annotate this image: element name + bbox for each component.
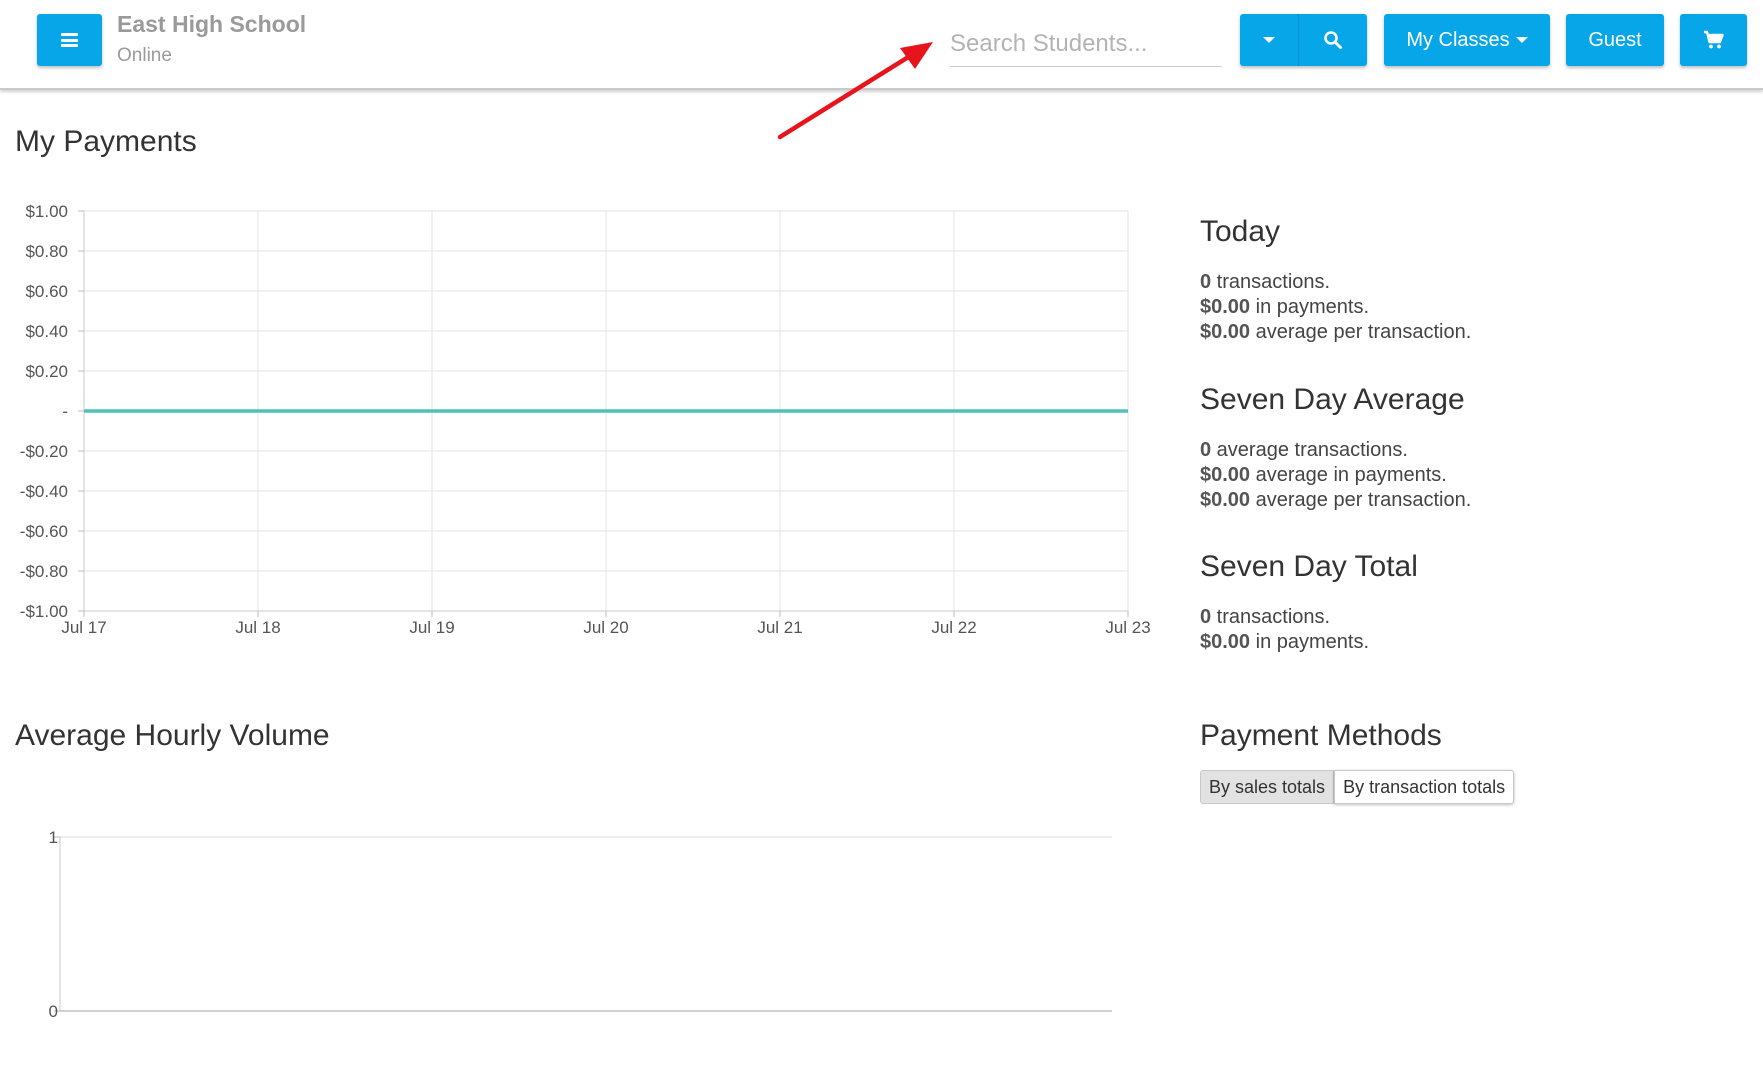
y-tick-label: - bbox=[62, 402, 68, 421]
search-options-dropdown[interactable] bbox=[1240, 14, 1299, 66]
seven-day-average-label-1: average in payments. bbox=[1250, 464, 1447, 486]
tab-by-sales-totals[interactable]: By sales totals bbox=[1200, 770, 1335, 804]
hourly-volume-chart: 10 bbox=[49, 828, 1112, 1021]
x-tick-label: Jul 23 bbox=[1105, 618, 1150, 637]
seven-day-average-stats: 0 average transactions. $0.00 average in … bbox=[1200, 438, 1471, 513]
y-tick-label: $0.20 bbox=[25, 362, 68, 381]
today-value-2: $0.00 bbox=[1200, 321, 1251, 343]
seven-day-average-line-2: $0.00 average per transaction. bbox=[1200, 488, 1471, 513]
seven-day-average-line-0: 0 average transactions. bbox=[1200, 438, 1471, 463]
today-title: Today bbox=[1200, 215, 1281, 248]
today-label-2: average per transaction. bbox=[1250, 321, 1472, 343]
payment-methods-tabs: By sales totals By transaction totals bbox=[1200, 770, 1515, 804]
seven-day-total-line-1: $0.00 in payments. bbox=[1200, 630, 1369, 655]
seven-day-average-value-0: 0 bbox=[1200, 439, 1212, 461]
search-button[interactable] bbox=[1299, 14, 1367, 66]
school-name: East High School bbox=[117, 11, 307, 37]
y-tick-label: $0.80 bbox=[25, 242, 68, 261]
seven-day-average-value-2: $0.00 bbox=[1200, 489, 1251, 511]
seven-day-average-title: Seven Day Average bbox=[1200, 383, 1465, 416]
search-icon bbox=[1324, 31, 1342, 49]
seven-day-total-value-1: $0.00 bbox=[1200, 631, 1251, 653]
seven-day-average-label-2: average per transaction. bbox=[1250, 489, 1472, 511]
cart-button[interactable] bbox=[1680, 14, 1747, 66]
x-tick-label: Jul 22 bbox=[931, 618, 976, 637]
seven-day-average-line-1: $0.00 average in payments. bbox=[1200, 463, 1471, 488]
today-label-1: in payments. bbox=[1250, 296, 1370, 318]
payments-line-chart: $1.00 $0.80 $0.60 $0.40 $0.20 - -$0.20 -$0.40 -$… bbox=[20, 202, 1151, 637]
today-line-2: $0.00 average per transaction. bbox=[1200, 320, 1471, 345]
y-tick-label: -$0.60 bbox=[20, 522, 68, 541]
y-tick-label: -$0.40 bbox=[20, 482, 68, 501]
today-value-1: $0.00 bbox=[1200, 296, 1251, 318]
guest-label: Guest bbox=[1588, 28, 1642, 51]
annotation-arrow bbox=[777, 42, 933, 140]
seven-day-total-label-0: transactions. bbox=[1211, 606, 1331, 628]
y-tick-label: -$0.20 bbox=[20, 442, 68, 461]
seven-day-total-line-0: 0 transactions. bbox=[1200, 605, 1369, 630]
y-tick-label: $0.60 bbox=[25, 282, 68, 301]
y-tick-label: $1.00 bbox=[25, 202, 68, 221]
y-tick-label: 1 bbox=[49, 828, 58, 847]
school-status: Online bbox=[117, 45, 172, 66]
chevron-down-icon bbox=[1263, 37, 1275, 43]
today-line-0: 0 transactions. bbox=[1200, 270, 1471, 295]
seven-day-total-value-0: 0 bbox=[1200, 606, 1212, 628]
guest-button[interactable]: Guest bbox=[1566, 14, 1664, 66]
chevron-down-icon bbox=[1515, 37, 1528, 43]
hamburger-icon bbox=[61, 33, 78, 47]
search-input[interactable] bbox=[950, 22, 1222, 67]
cart-icon bbox=[1703, 30, 1724, 49]
seven-day-average-label-0: average transactions. bbox=[1211, 439, 1408, 461]
x-tick-label: Jul 18 bbox=[235, 618, 280, 637]
hourly-volume-title: Average Hourly Volume bbox=[15, 719, 330, 752]
seven-day-total-label-1: in payments. bbox=[1250, 631, 1370, 653]
my-payments-title: My Payments bbox=[15, 125, 197, 158]
y-tick-label: 0 bbox=[49, 1002, 58, 1021]
payment-methods-title: Payment Methods bbox=[1200, 719, 1442, 752]
today-line-1: $0.00 in payments. bbox=[1200, 295, 1471, 320]
my-classes-label: My Classes bbox=[1406, 28, 1510, 51]
my-classes-button[interactable]: My Classes bbox=[1384, 14, 1550, 66]
x-tick-label: Jul 19 bbox=[409, 618, 454, 637]
today-stats: 0 transactions. $0.00 in payments. $0.00 a… bbox=[1200, 270, 1471, 345]
x-tick-label: Jul 21 bbox=[757, 618, 802, 637]
seven-day-average-value-1: $0.00 bbox=[1200, 464, 1251, 486]
search-button-group bbox=[1240, 14, 1367, 66]
tab-by-transaction-totals[interactable]: By transaction totals bbox=[1334, 770, 1515, 804]
y-tick-label: $0.40 bbox=[25, 322, 68, 341]
seven-day-total-title: Seven Day Total bbox=[1200, 550, 1418, 583]
x-tick-label: Jul 20 bbox=[583, 618, 628, 637]
x-tick-label: Jul 17 bbox=[61, 618, 106, 637]
today-label-0: transactions. bbox=[1211, 271, 1331, 293]
y-tick-label: -$0.80 bbox=[20, 562, 68, 581]
seven-day-total-stats: 0 transactions. $0.00 in payments. bbox=[1200, 605, 1369, 655]
today-value-0: 0 bbox=[1200, 271, 1212, 293]
menu-button[interactable] bbox=[37, 14, 102, 66]
